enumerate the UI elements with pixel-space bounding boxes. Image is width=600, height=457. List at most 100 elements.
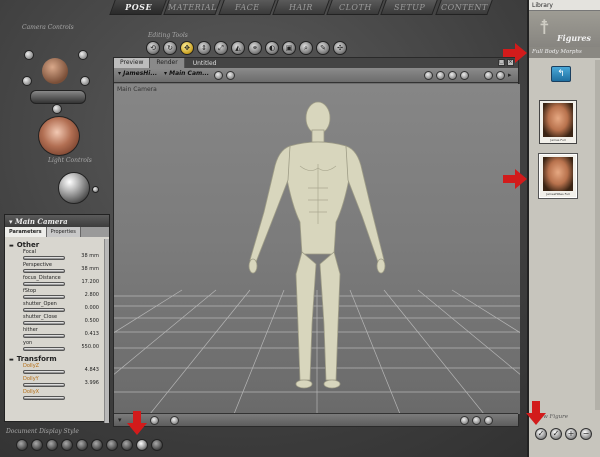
display-silhouette-icon[interactable] xyxy=(16,439,28,451)
doc-bottom-icon-4[interactable] xyxy=(472,416,481,425)
parameter-value[interactable]: 0.500 xyxy=(85,318,99,324)
parameter-row[interactable]: shutter_Close0.500▸ xyxy=(5,314,109,327)
direct-manipulation-tool-icon[interactable]: ✣ xyxy=(333,41,347,55)
camera-trackball[interactable] xyxy=(38,116,80,156)
library-subcategory[interactable]: Full Body Morphs xyxy=(529,47,600,58)
parameter-value[interactable]: 4.843 xyxy=(85,367,99,373)
remove-from-library-icon[interactable]: − xyxy=(580,428,592,440)
parameter-value[interactable]: 0.000 xyxy=(85,305,99,311)
camera-rotate-left-icon[interactable] xyxy=(24,50,34,60)
parameter-group-title[interactable]: ▬ Other xyxy=(5,239,109,249)
doc-bottom-icon-5[interactable] xyxy=(484,416,493,425)
parameter-dial[interactable] xyxy=(23,295,65,299)
doc-bottom-icon-3[interactable] xyxy=(460,416,469,425)
view-magnifier-tool-icon[interactable]: ⌕ xyxy=(299,41,313,55)
render-icon[interactable] xyxy=(484,71,493,80)
display-flat-lined-icon[interactable] xyxy=(106,439,118,451)
view-toggle-icon[interactable] xyxy=(214,71,223,80)
parameter-row[interactable]: hither0.413▸ xyxy=(5,327,109,340)
parameter-value[interactable]: 17.200 xyxy=(82,279,100,285)
color-tool-icon[interactable]: ◐ xyxy=(265,41,279,55)
dolly-icon[interactable] xyxy=(460,71,469,80)
display-hidden-line-icon[interactable] xyxy=(61,439,73,451)
window-close-icon[interactable]: × xyxy=(507,59,514,66)
add-to-library-icon[interactable]: + xyxy=(565,428,577,440)
light-add-icon[interactable] xyxy=(92,186,99,193)
parameter-dial[interactable] xyxy=(23,282,65,286)
parameter-row[interactable]: yon550.00▸ xyxy=(5,340,109,353)
parameter-row[interactable]: Perspective38 mm▸ xyxy=(5,262,109,275)
parameter-value[interactable]: 38 mm xyxy=(81,253,99,259)
parameter-dial[interactable] xyxy=(23,334,65,338)
library-thumb-1[interactable]: James Full xyxy=(539,100,577,144)
display-wireframe-icon[interactable] xyxy=(46,439,58,451)
parameter-dial[interactable] xyxy=(23,396,65,400)
library-scrollbar[interactable] xyxy=(595,60,600,410)
translate-in-out-tool-icon[interactable]: ⇕ xyxy=(197,41,211,55)
parameter-dial[interactable] xyxy=(23,269,65,273)
options-icon[interactable] xyxy=(496,71,505,80)
display-flat-shaded-icon[interactable] xyxy=(91,439,103,451)
tab-preview[interactable]: Preview xyxy=(114,58,151,68)
window-resize-icon[interactable]: □ xyxy=(498,59,505,66)
parameter-dial[interactable] xyxy=(23,383,65,387)
apply-library-preset-icon[interactable]: ✓ xyxy=(535,428,547,440)
parameter-dial[interactable] xyxy=(23,308,65,312)
light-trackball[interactable] xyxy=(58,172,90,204)
camera-rotate-right-icon[interactable] xyxy=(78,50,88,60)
taper-tool-icon[interactable]: ◭ xyxy=(231,41,245,55)
doc-bottom-icon-1[interactable] xyxy=(150,416,159,425)
display-lit-wireframe-icon[interactable] xyxy=(76,439,88,451)
translate-tool-icon[interactable]: ✥ xyxy=(180,41,194,55)
parameter-row[interactable]: Focal38 mm▸ xyxy=(5,249,109,262)
morphing-tool-icon[interactable]: ✎ xyxy=(316,41,330,55)
parameter-value[interactable]: 0.413 xyxy=(85,331,99,337)
display-texture-shaded-icon[interactable] xyxy=(151,439,163,451)
doc-bottom-menu-icon[interactable]: ▾ xyxy=(118,416,122,424)
parameter-value[interactable]: 3.996 xyxy=(85,380,99,386)
tab-material[interactable]: MATERIAL xyxy=(163,0,222,15)
parameter-row[interactable]: fStop2.800▸ xyxy=(5,288,109,301)
parameter-value[interactable]: 38 mm xyxy=(81,266,99,272)
tab-content[interactable]: CONTENT xyxy=(434,0,493,15)
rotate-tool-icon[interactable]: ⟲ xyxy=(146,41,160,55)
parameter-dial[interactable] xyxy=(23,321,65,325)
tab-face[interactable]: FACE xyxy=(217,0,276,15)
scale-tool-icon[interactable]: ⤢ xyxy=(214,41,228,55)
parameter-dial[interactable] xyxy=(23,347,65,351)
shadow-toggle-icon[interactable] xyxy=(448,71,457,80)
camera-face-icon[interactable] xyxy=(42,58,68,84)
parameter-row[interactable]: DollyY3.996▸ xyxy=(5,376,109,389)
camera-hand-right-icon[interactable] xyxy=(80,76,90,86)
library-thumb-2[interactable]: JamesHiRes Full xyxy=(539,154,577,198)
twist-tool-icon[interactable]: ↻ xyxy=(163,41,177,55)
parameter-dial[interactable] xyxy=(23,256,65,260)
parameter-row[interactable]: DollyZ4.843▸ xyxy=(5,363,109,376)
tab-properties[interactable]: Properties xyxy=(46,227,81,237)
tab-cloth[interactable]: CLOTH xyxy=(326,0,385,15)
figure-select[interactable]: ▾ JamesHi... xyxy=(118,70,157,77)
parameter-row[interactable]: DollyX▸ xyxy=(5,389,109,402)
display-smooth-shaded-icon[interactable] xyxy=(136,439,148,451)
folder-up-icon[interactable]: ↰ xyxy=(551,66,571,82)
fly-around-icon[interactable] xyxy=(436,71,445,80)
parameter-value[interactable]: 550.00 xyxy=(82,344,100,350)
parameter-group-title[interactable]: ▬ Transform xyxy=(5,353,109,363)
3d-viewport[interactable]: Main Camera xyxy=(114,84,520,414)
parameter-value[interactable]: 2.800 xyxy=(85,292,99,298)
grouping-tool-icon[interactable]: ▣ xyxy=(282,41,296,55)
parameters-title[interactable]: ▾ Main Camera xyxy=(5,215,109,227)
parameter-dial[interactable] xyxy=(23,370,65,374)
tab-pose[interactable]: POSE xyxy=(109,0,168,15)
camera-select[interactable]: ▾ Main Cam... xyxy=(164,70,209,77)
tab-parameters[interactable]: Parameters xyxy=(5,227,47,237)
library-category[interactable]: Figures xyxy=(557,33,591,43)
display-outline-icon[interactable] xyxy=(31,439,43,451)
tab-hair[interactable]: HAIR xyxy=(272,0,330,15)
camera-hand-left-icon[interactable] xyxy=(22,76,32,86)
light-indicator-icon[interactable] xyxy=(424,71,433,80)
parameter-row[interactable]: shutter_Open0.000▸ xyxy=(5,301,109,314)
camera-move-bar[interactable] xyxy=(30,90,86,104)
apply-add-library-preset-icon[interactable]: ✓ xyxy=(550,428,562,440)
parameters-scrollbar[interactable] xyxy=(104,239,109,423)
